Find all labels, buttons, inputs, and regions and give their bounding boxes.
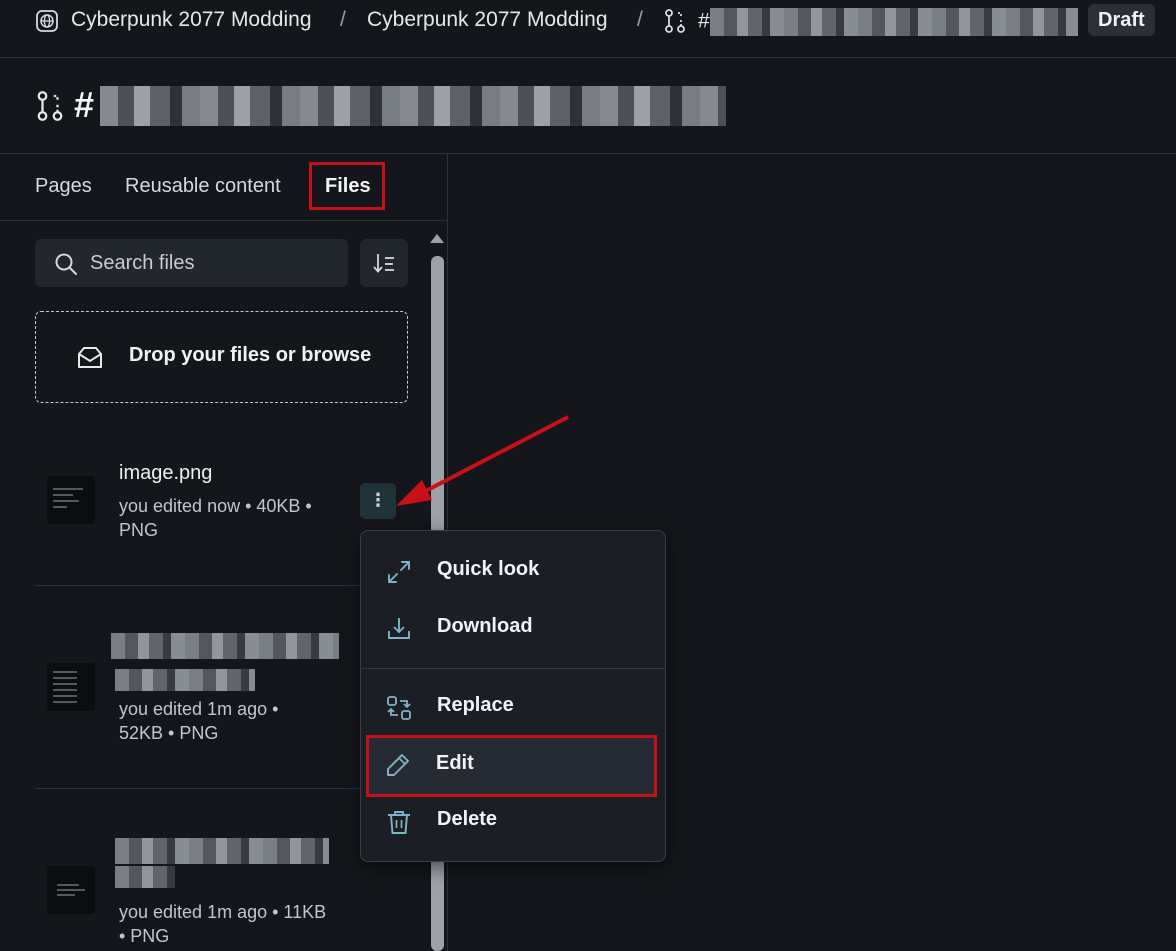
menu-item-delete[interactable]: Delete	[361, 797, 667, 845]
file-thumbnail[interactable]	[47, 663, 95, 711]
file-meta: you edited now • 40KB •	[119, 496, 312, 516]
breadcrumb-change-request[interactable]: #	[698, 8, 1078, 36]
menu-item-label: Quick look	[437, 558, 540, 580]
file-meta: PNG	[119, 520, 159, 540]
file-name[interactable]: image.png	[119, 462, 212, 485]
file-meta: you edited 1m ago • 11KB	[119, 902, 327, 922]
inbox-icon	[78, 347, 102, 368]
sort-icon	[373, 254, 394, 273]
download-icon	[388, 618, 410, 639]
menu-item-download[interactable]: Download	[361, 604, 667, 652]
search-icon	[55, 253, 77, 275]
context-menu: Quick look Download Replace Delete	[360, 530, 666, 862]
file-meta: • PNG	[119, 926, 170, 946]
dropzone-label: Drop your files or browse	[129, 344, 372, 366]
change-request-hash: #	[698, 9, 710, 33]
menu-item-label: Delete	[437, 808, 498, 830]
redacted-file-name	[111, 633, 339, 659]
redacted-file-name	[115, 669, 255, 691]
file-thumbnail[interactable]	[47, 476, 95, 524]
redacted-file-name	[115, 866, 175, 888]
redacted-title	[100, 86, 726, 126]
annotation-highlight-edit	[366, 735, 657, 797]
menu-item-quick-look[interactable]: Quick look	[361, 547, 667, 595]
annotation-highlight-files-tab	[309, 162, 385, 210]
divider	[0, 220, 448, 221]
status-badge: Draft	[1088, 4, 1155, 36]
scroll-up-arrow[interactable]	[430, 234, 444, 243]
tab-pages[interactable]: Pages	[35, 175, 92, 198]
menu-item-replace[interactable]: Replace	[361, 683, 667, 731]
page-title: #	[74, 84, 95, 125]
globe-icon	[36, 10, 58, 32]
breadcrumb-separator: /	[637, 8, 643, 31]
menu-item-label: Replace	[437, 694, 514, 716]
search-placeholder: Search files	[90, 252, 195, 274]
annotation-arrow	[396, 415, 569, 506]
branch-icon	[665, 9, 685, 33]
divider	[35, 585, 408, 586]
trash-icon	[388, 811, 410, 834]
menu-item-label: Download	[437, 615, 533, 637]
file-meta: you edited 1m ago •	[119, 699, 279, 719]
tab-reusable-content[interactable]: Reusable content	[125, 175, 281, 198]
menu-divider	[362, 668, 666, 669]
branch-icon	[37, 91, 63, 121]
replace-icon	[387, 696, 411, 720]
breadcrumb-collection[interactable]: Cyberpunk 2077 Modding	[367, 8, 608, 32]
breadcrumb-separator: /	[340, 8, 346, 31]
file-thumbnail[interactable]	[47, 866, 95, 914]
redacted-text	[709, 8, 1078, 36]
expand-icon	[388, 561, 410, 583]
file-meta: 52KB • PNG	[119, 723, 219, 743]
redacted-file-name	[115, 838, 329, 864]
divider	[35, 788, 408, 789]
breadcrumb-space[interactable]: Cyberpunk 2077 Modding	[71, 8, 312, 32]
